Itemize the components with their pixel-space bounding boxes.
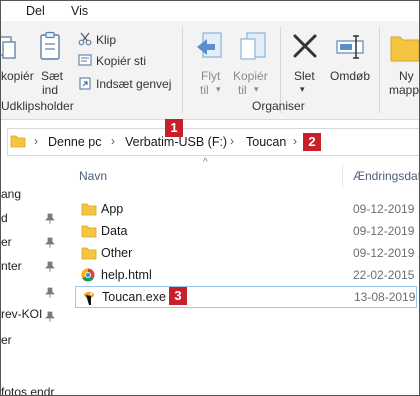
tab-view[interactable]: Vis	[71, 4, 88, 18]
nav-item[interactable]: rev-KOI	[1, 307, 42, 321]
copy-to-icon[interactable]	[239, 31, 267, 63]
marker-2: 2	[303, 133, 321, 151]
list-item-selected[interactable]: Toucan.exe 13-08-2019 1	[75, 286, 420, 308]
file-name: help.html	[101, 268, 152, 282]
list-item[interactable]: help.html 22-02-2015 1	[75, 265, 419, 285]
copy-button-label[interactable]: kopiér	[1, 69, 34, 83]
new-folder-label-2[interactable]: mappe	[389, 83, 419, 97]
breadcrumb-this-pc[interactable]: Denne pc	[48, 135, 102, 149]
paste-label-2[interactable]: ind	[42, 83, 58, 97]
file-date: 09-12-2019 1	[353, 246, 420, 260]
ribbon: kopiér Sæt ind Klip Kopiér sti Indsæt ge…	[1, 21, 419, 120]
pin-icon[interactable]	[45, 261, 55, 273]
nav-item[interactable]: fotos endr	[1, 385, 54, 395]
file-list: ^ Navn Ændringsdato App 09-12-2019 1 Dat…	[71, 157, 420, 395]
move-to-label-1[interactable]: Flyt	[201, 69, 220, 83]
folder-icon	[10, 135, 26, 148]
list-item[interactable]: Other 09-12-2019 1	[75, 243, 419, 263]
file-name: Other	[101, 246, 133, 260]
folder-icon	[81, 247, 97, 260]
pin-icon[interactable]	[45, 213, 55, 225]
chevron-right-icon[interactable]: ›	[34, 134, 38, 148]
file-name: Data	[101, 224, 128, 238]
clipboard-group-label: Udklipsholder	[1, 99, 74, 113]
marker-1: 1	[165, 119, 183, 137]
move-to-label-2[interactable]: til	[200, 83, 209, 97]
nav-item[interactable]: er	[1, 235, 12, 249]
file-name: App	[101, 202, 124, 216]
list-item[interactable]: App 09-12-2019 1	[75, 199, 419, 219]
chevron-right-icon[interactable]: ›	[230, 134, 234, 148]
copy-path-icon	[78, 54, 92, 66]
pin-icon[interactable]	[45, 237, 55, 249]
copy-to-dropdown-icon[interactable]: ▾	[254, 82, 259, 96]
paste-icon[interactable]	[39, 31, 61, 61]
copy-to-label-1[interactable]: Kopiér	[233, 69, 268, 83]
chrome-icon	[81, 268, 95, 282]
file-date: 22-02-2015 1	[353, 268, 420, 282]
organize-group-label: Organiser	[252, 99, 305, 113]
file-date: 09-12-2019 1	[353, 202, 420, 216]
folder-icon	[81, 203, 97, 216]
delete-button[interactable]: Slet	[294, 69, 315, 83]
pin-icon[interactable]	[45, 311, 55, 323]
group-separator	[182, 27, 183, 113]
file-name: Toucan.exe	[102, 290, 166, 304]
explorer-window: Del Vis kopiér Sæt ind Klip Kopiér sti I…	[0, 0, 420, 396]
column-header-date[interactable]: Ændringsdato	[353, 169, 419, 183]
column-divider[interactable]	[342, 165, 343, 187]
delete-x-icon[interactable]	[292, 33, 318, 59]
toucan-app-icon	[84, 292, 94, 305]
rename-button[interactable]: Omdøb	[330, 69, 370, 83]
paste-shortcut-icon	[79, 77, 91, 90]
paste-label-1[interactable]: Sæt	[41, 69, 63, 83]
pin-icon[interactable]	[45, 287, 55, 299]
new-folder-label-1[interactable]: Ny	[399, 69, 414, 83]
copy-icon	[1, 36, 16, 59]
move-to-icon[interactable]	[195, 31, 223, 63]
column-header-name[interactable]: Navn	[79, 169, 107, 183]
chevron-right-icon[interactable]: ›	[293, 134, 297, 148]
file-date: 13-08-2019 1	[354, 290, 420, 304]
copy-to-label-2[interactable]: til	[238, 83, 247, 97]
nav-item[interactable]: d	[1, 211, 8, 225]
nav-item[interactable]: er	[1, 333, 12, 347]
nav-item[interactable]: ang	[1, 187, 21, 201]
nav-item[interactable]: nter	[1, 259, 22, 273]
navigation-pane: ang d er nter rev-KOI er fotos endr	[1, 159, 67, 395]
breadcrumb-usb-drive[interactable]: Verbatim-USB (F:)	[125, 135, 227, 149]
new-folder-icon[interactable]	[389, 31, 419, 63]
paste-shortcut-button[interactable]: Indsæt genvej	[96, 77, 171, 91]
move-to-dropdown-icon[interactable]: ▾	[216, 82, 221, 96]
scissors-icon	[78, 32, 92, 46]
rename-icon[interactable]	[335, 33, 367, 59]
chevron-right-icon[interactable]: ›	[111, 134, 115, 148]
copy-path-button[interactable]: Kopiér sti	[96, 54, 146, 68]
group-separator	[379, 27, 380, 113]
tab-share[interactable]: Del	[26, 4, 45, 18]
address-bar[interactable]: › Denne pc › Verbatim-USB (F:) › Toucan …	[7, 128, 419, 156]
breadcrumb-toucan[interactable]: Toucan	[246, 135, 286, 149]
sort-chevron-up-icon[interactable]: ^	[203, 157, 208, 168]
folder-icon	[81, 225, 97, 238]
delete-dropdown-icon[interactable]: ▾	[300, 82, 305, 96]
ribbon-tabs: Del Vis	[1, 1, 419, 21]
cut-button[interactable]: Klip	[96, 33, 116, 47]
file-date: 09-12-2019 1	[353, 224, 420, 238]
marker-3: 3	[169, 287, 187, 305]
list-item[interactable]: Data 09-12-2019 1	[75, 221, 419, 241]
